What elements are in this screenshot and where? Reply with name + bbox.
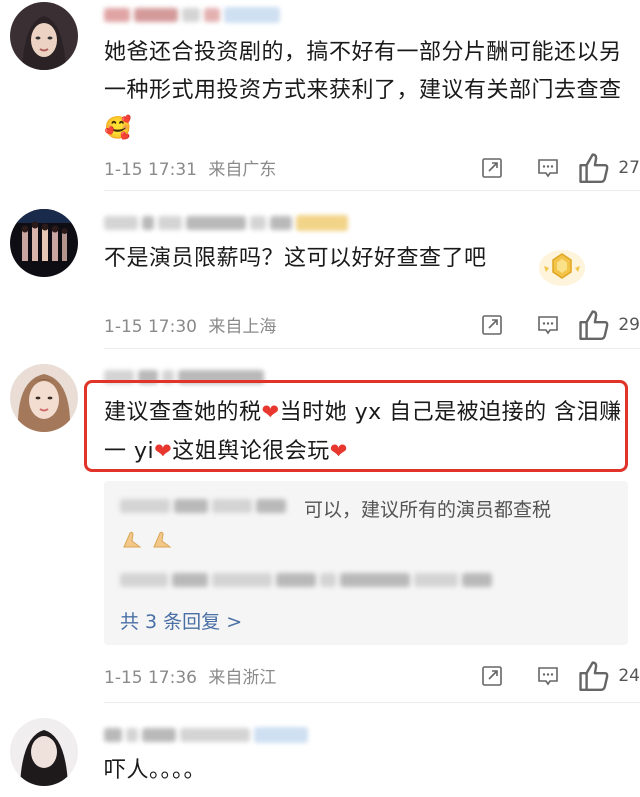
comment-actions: 24: [464, 658, 640, 694]
heart-icon: ❤: [329, 439, 348, 463]
comment-actions: 27: [464, 150, 640, 186]
view-more-replies-link[interactable]: 共 3 条回复 >: [120, 607, 242, 634]
heart-icon: ❤: [261, 400, 280, 424]
comment-text: 她爸还合投资剧的，搞不好有一部分片酬可能还以另一种形式用投资方式来获利了，建议有…: [104, 40, 622, 141]
divider: [104, 348, 640, 349]
comment-time: 1-15 17:31: [104, 160, 197, 180]
share-icon: [482, 315, 502, 335]
avatar-image: [10, 2, 78, 70]
thumbs-up-icon: [579, 661, 609, 692]
share-icon: [482, 158, 502, 178]
replies-panel: 可以，建议所有的演员都查税 共 3 条回复 >: [104, 481, 628, 645]
comment-text: 吓人。。。。: [104, 758, 207, 783]
avatar-image: [10, 718, 78, 786]
comment-time: 1-15 17:36: [104, 668, 197, 688]
like-count: 24: [618, 666, 640, 687]
comment-icon: [538, 316, 558, 335]
like-button[interactable]: 27: [576, 150, 640, 186]
reply-blurred-line: [120, 571, 492, 589]
like-count: 29: [618, 315, 640, 336]
divider: [104, 190, 640, 191]
comment-text: 建议查查她的税❤当时她 yx 自己是被迫接的 含泪赚一 yi❤这姐舆论很会玩❤: [104, 400, 622, 464]
comment-meta: 1-15 17:30 来自上海: [104, 312, 276, 337]
avatar[interactable]: [10, 718, 78, 786]
reply-button[interactable]: [520, 153, 576, 183]
avatar[interactable]: [10, 2, 78, 70]
share-button[interactable]: [464, 310, 520, 340]
avatar-image: [10, 364, 78, 432]
comment-icon: [538, 667, 558, 686]
comment-meta: 1-15 17:31 来自广东: [104, 155, 276, 180]
comment-location: 来自广东: [208, 160, 277, 180]
comment-meta: 1-15 17:36 来自浙江: [104, 663, 276, 688]
avatar[interactable]: [10, 364, 78, 432]
reply-emoji-icons: [120, 529, 174, 549]
reply-button[interactable]: [520, 661, 576, 691]
pray-icon: [153, 531, 172, 548]
thumbs-up-icon: [579, 310, 609, 341]
like-count: 27: [618, 158, 640, 179]
comment-icon: [538, 159, 558, 178]
avatar-image: [10, 209, 78, 277]
like-button[interactable]: 29: [576, 307, 640, 343]
username-blurred[interactable]: [104, 6, 280, 24]
avatar[interactable]: [10, 209, 78, 277]
comment-location: 来自上海: [208, 317, 277, 337]
comment-location: 来自浙江: [208, 668, 277, 688]
reply-text: 可以，建议所有的演员都查税: [304, 499, 552, 521]
share-icon: [482, 666, 502, 686]
username-blurred[interactable]: [104, 726, 308, 744]
like-button[interactable]: 24: [576, 658, 640, 694]
username-blurred[interactable]: [104, 214, 348, 232]
pray-icon: [123, 531, 142, 548]
share-button[interactable]: [464, 661, 520, 691]
medal-badge-icon: [538, 246, 586, 288]
reply-username-blurred[interactable]: [120, 497, 286, 515]
emoji: 🥰: [104, 116, 132, 141]
thumbs-up-icon: [579, 153, 609, 184]
reply-button[interactable]: [520, 310, 576, 340]
divider: [104, 702, 640, 703]
comment-actions: 29: [464, 307, 640, 343]
heart-icon: ❤: [154, 439, 173, 463]
share-button[interactable]: [464, 153, 520, 183]
comment-time: 1-15 17:30: [104, 317, 197, 337]
